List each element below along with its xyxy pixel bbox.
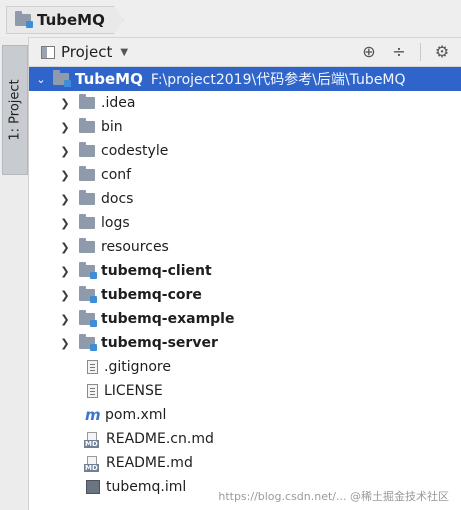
tool-window-strip: 1: Project [0,37,29,510]
watermark: https://blog.csdn.net/... @稀土掘金技术社区 [218,490,449,503]
maven-icon: m [85,406,101,424]
tree-item-label: tubemq-core [101,287,202,303]
tree-item-label: tubemq-server [101,335,218,351]
tree-item-label: pom.xml [105,407,167,423]
module-file-icon [86,480,100,494]
text-file-icon [87,360,98,374]
chevron-right-icon[interactable]: ❯ [59,313,71,326]
project-tool-window-tab[interactable]: 1: Project [2,45,28,175]
tool-window-tab-label: 1: Project [7,79,23,141]
chevron-right-icon[interactable]: ❯ [59,97,71,110]
tree-root-row[interactable]: ⌄ TubeMQ F:\project2019\代码参考\后端\TubeMQ [29,67,461,91]
chevron-right-icon[interactable]: ❯ [59,217,71,230]
tree-item-label: conf [101,167,132,183]
module-folder-icon [79,334,97,351]
gear-icon[interactable]: ⚙ [433,42,451,61]
chevron-down-icon[interactable]: ▼ [120,47,128,58]
markdown-file-icon: MD [84,431,100,448]
chevron-right-icon[interactable]: ❯ [59,121,71,134]
tree-item-readme[interactable]: MD README.md [29,451,461,475]
chevron-right-icon[interactable]: ❯ [59,241,71,254]
tree-item-tubemq-client[interactable]: ❯ tubemq-client [29,259,461,283]
tree-item-label: logs [101,215,130,231]
tree-item-label: tubemq-client [101,263,212,279]
folder-icon [79,118,95,133]
tree-item-label: codestyle [101,143,169,159]
chevron-down-icon[interactable]: ⌄ [35,73,47,86]
module-folder-icon [79,286,97,303]
collapse-icon[interactable]: ÷ [390,42,408,61]
tree-item-logs[interactable]: ❯ logs [29,211,461,235]
breadcrumb-label: TubeMQ [37,11,105,29]
tree-item-tubemq-core[interactable]: ❯ tubemq-core [29,283,461,307]
chevron-right-icon[interactable]: ❯ [59,193,71,206]
markdown-file-icon: MD [84,455,100,472]
tree-item-idea[interactable]: ❯ .idea [29,91,461,115]
chevron-right-icon[interactable]: ❯ [59,145,71,158]
tree-item-docs[interactable]: ❯ docs [29,187,461,211]
tree-item-license[interactable]: LICENSE [29,379,461,403]
tree-item-gitignore[interactable]: .gitignore [29,355,461,379]
folder-icon [79,166,95,181]
folder-icon [79,142,95,157]
tree-item-resources[interactable]: ❯ resources [29,235,461,259]
tree-item-label: tubemq.iml [106,479,187,495]
folder-icon [79,190,95,205]
chevron-right-icon[interactable]: ❯ [59,337,71,350]
project-view-icon [41,45,55,59]
module-folder-icon [15,14,31,26]
tree-item-label: README.md [106,455,193,471]
folder-icon [79,94,95,109]
module-folder-icon [53,70,71,87]
tree-item-label: tubemq-example [101,311,235,327]
crosshair-icon[interactable]: ⊕ [360,42,378,61]
project-tree: ⌄ TubeMQ F:\project2019\代码参考\后端\TubeMQ ❯… [29,67,461,499]
folder-icon [79,238,95,253]
tree-item-readme-cn[interactable]: MD README.cn.md [29,427,461,451]
tree-item-label: .idea [101,95,136,111]
tree-item-label: LICENSE [104,383,163,399]
tree-item-codestyle[interactable]: ❯ codestyle [29,139,461,163]
tree-item-bin[interactable]: ❯ bin [29,115,461,139]
module-folder-icon [79,310,97,327]
tree-item-label: bin [101,119,123,135]
navigation-bar: TubeMQ [0,0,461,38]
tree-item-label: README.cn.md [106,431,214,447]
tree-item-conf[interactable]: ❯ conf [29,163,461,187]
chevron-right-icon[interactable]: ❯ [59,265,71,278]
tree-item-tubemq-example[interactable]: ❯ tubemq-example [29,307,461,331]
chevron-right-icon[interactable]: ❯ [59,289,71,302]
breadcrumb[interactable]: TubeMQ [6,6,124,34]
folder-icon [79,214,95,229]
tree-item-tubemq-server[interactable]: ❯ tubemq-server [29,331,461,355]
tree-item-pom[interactable]: m pom.xml [29,403,461,427]
tree-item-label: .gitignore [104,359,171,375]
toolbar-divider [420,42,421,61]
chevron-right-icon[interactable]: ❯ [59,169,71,182]
root-path: F:\project2019\代码参考\后端\TubeMQ [150,72,406,88]
project-panel-header: Project ▼ ⊕ ÷ ⚙ [29,38,461,67]
text-file-icon [87,384,98,398]
view-selector-label[interactable]: Project [61,43,112,61]
root-name: TubeMQ [75,70,143,88]
module-folder-icon [79,262,97,279]
tree-item-label: docs [101,191,134,207]
tree-item-label: resources [101,239,169,255]
